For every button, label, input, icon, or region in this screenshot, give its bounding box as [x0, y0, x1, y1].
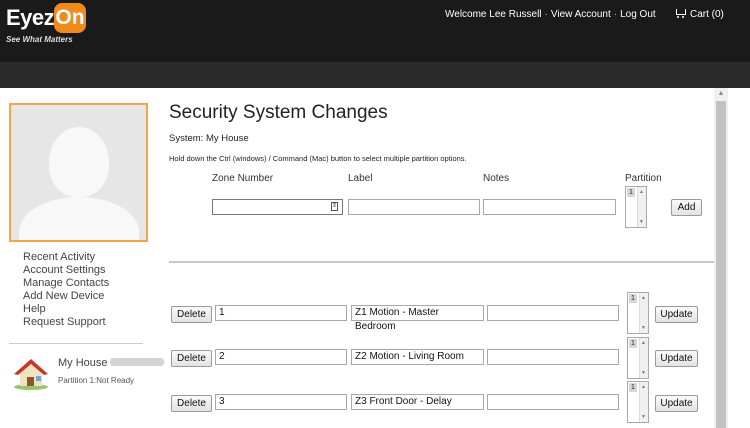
multi-select-hint: Hold down the Ctrl (windows) / Command (…: [169, 154, 467, 163]
view-account-link[interactable]: View Account: [551, 9, 611, 20]
add-zone-button[interactable]: Add: [671, 199, 702, 216]
zone-notes-input[interactable]: [487, 349, 619, 365]
column-header-label: Label: [348, 173, 373, 184]
logo-main-text: Eyez: [6, 5, 55, 30]
new-zone-notes-input[interactable]: [483, 199, 616, 215]
column-header-zone-number: Zone Number: [212, 173, 274, 184]
header-user-nav: Welcome Lee Russell · View Account · Log Out: [445, 9, 656, 20]
cart-label: Cart (0): [690, 9, 724, 20]
navigation-subbar: [0, 62, 750, 88]
zone-label-input[interactable]: Z2 Motion - Living Room: [351, 349, 484, 365]
zone-notes-input[interactable]: [487, 394, 619, 410]
scroll-up-arrow-icon[interactable]: ▲: [714, 88, 728, 100]
update-zone-button[interactable]: Update: [655, 350, 698, 367]
column-header-partition: Partition: [625, 173, 662, 184]
cart-link[interactable]: Cart (0): [675, 9, 724, 20]
cart-icon: [675, 9, 686, 18]
update-zone-button[interactable]: Update: [655, 306, 698, 323]
page-scrollbar-thumb[interactable]: [716, 101, 726, 428]
partition-option[interactable]: 1: [629, 383, 637, 392]
scroll-up-arrow-icon[interactable]: ▲: [640, 340, 647, 346]
zone-partition-select[interactable]: 1 ▲ ▼: [627, 337, 649, 379]
partition-status: Partition 1:Not Ready: [58, 376, 135, 385]
house-name[interactable]: My House: [58, 357, 164, 369]
welcome-text: Welcome Lee Russell: [445, 9, 542, 20]
house-icon[interactable]: [12, 356, 50, 390]
house-name-text: My House: [58, 357, 108, 369]
zone-number-input[interactable]: 1: [215, 305, 347, 321]
column-header-notes: Notes: [483, 173, 510, 184]
eyezon-logo[interactable]: Eyez On See What Matters: [6, 3, 116, 45]
sidebar-item-help[interactable]: Help: [23, 303, 109, 316]
sidebar-item-request-support[interactable]: Request Support: [23, 316, 109, 329]
zone-notes-input[interactable]: [487, 305, 619, 321]
system-label: System: My House: [169, 133, 249, 144]
sidebar-item-account-settings[interactable]: Account Settings: [23, 264, 109, 277]
scroll-up-arrow-icon[interactable]: ▲: [638, 189, 645, 195]
zone-number-input[interactable]: 3: [215, 394, 347, 410]
scroll-up-arrow-icon[interactable]: ▲: [640, 295, 647, 301]
zone-partition-select[interactable]: 1 ▲ ▼: [627, 381, 649, 423]
avatar[interactable]: [9, 103, 148, 242]
logo-tagline: See What Matters: [6, 35, 73, 44]
sidebar-item-add-new-device[interactable]: Add New Device: [23, 290, 109, 303]
new-zone-number-input[interactable]: ⇕: [212, 199, 343, 215]
number-spinner-icon[interactable]: ⇕: [331, 202, 338, 211]
redacted-text: [109, 358, 164, 366]
partition-option[interactable]: 1: [629, 339, 637, 348]
sidebar-menu: Recent Activity Account Settings Manage …: [23, 251, 109, 329]
nav-separator: ·: [613, 9, 618, 20]
sidebar-item-recent-activity[interactable]: Recent Activity: [23, 251, 109, 264]
new-zone-label-input[interactable]: [348, 199, 480, 215]
scroll-down-arrow-icon[interactable]: ▼: [640, 414, 647, 420]
delete-zone-button[interactable]: Delete: [171, 306, 212, 323]
page-title: Security System Changes: [169, 102, 388, 123]
logo-on-badge: On: [54, 3, 86, 33]
update-zone-button[interactable]: Update: [655, 395, 698, 412]
delete-zone-button[interactable]: Delete: [171, 350, 212, 367]
log-out-link[interactable]: Log Out: [620, 9, 656, 20]
delete-zone-button[interactable]: Delete: [171, 395, 212, 412]
avatar-silhouette-body: [19, 197, 139, 240]
new-zone-partition-select[interactable]: 1 ▲ ▼: [625, 186, 647, 228]
avatar-silhouette-icon: [49, 127, 109, 197]
partition-option[interactable]: 1: [629, 294, 637, 303]
zone-label-input[interactable]: Z3 Front Door - Delay: [351, 394, 484, 410]
zone-partition-select[interactable]: 1 ▲ ▼: [627, 292, 649, 334]
section-divider: [169, 261, 714, 263]
scroll-down-arrow-icon[interactable]: ▼: [640, 325, 647, 331]
zone-number-input[interactable]: 2: [215, 349, 347, 365]
sidebar-item-manage-contacts[interactable]: Manage Contacts: [23, 277, 109, 290]
sidebar-divider: [9, 343, 143, 344]
scroll-down-arrow-icon[interactable]: ▼: [638, 219, 645, 225]
nav-separator: ·: [544, 9, 548, 20]
partition-option[interactable]: 1: [627, 188, 635, 197]
scroll-up-arrow-icon[interactable]: ▲: [640, 384, 647, 390]
scroll-down-arrow-icon[interactable]: ▼: [640, 370, 647, 376]
zone-label-input[interactable]: Z1 Motion - Master Bedroom: [351, 305, 484, 332]
